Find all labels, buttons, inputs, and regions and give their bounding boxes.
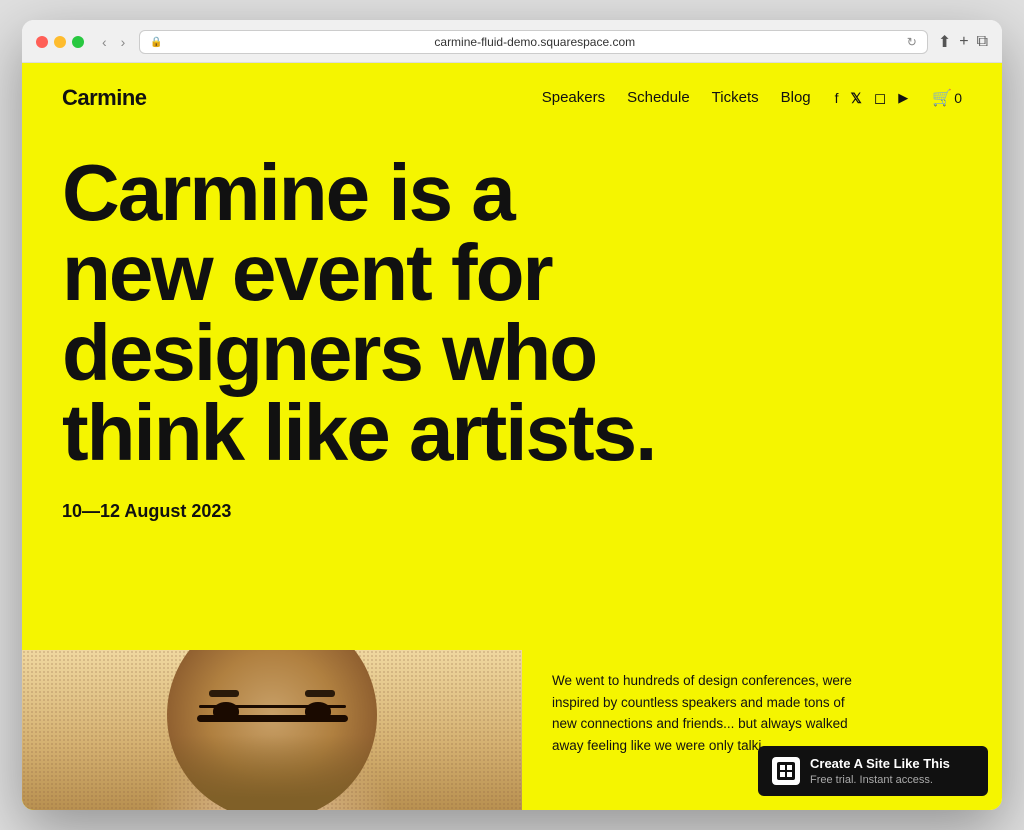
- nav-item-speakers[interactable]: Speakers: [542, 89, 605, 107]
- browser-window: ‹ › 🔒 carmine-fluid-demo.squarespace.com…: [22, 20, 1002, 810]
- minimize-button[interactable]: [54, 36, 66, 48]
- hero-section: Carmine is a new event for designers who…: [22, 133, 1002, 650]
- squarespace-logo: [772, 757, 800, 785]
- url-text: carmine-fluid-demo.squarespace.com: [169, 35, 901, 49]
- nav-item-blog[interactable]: Blog: [781, 89, 811, 107]
- back-button[interactable]: ‹: [98, 32, 111, 52]
- hero-image: [22, 650, 522, 810]
- maximize-button[interactable]: [72, 36, 84, 48]
- nav-item-schedule[interactable]: Schedule: [627, 89, 690, 107]
- squarespace-banner[interactable]: Create A Site Like This Free trial. Inst…: [758, 746, 988, 796]
- nav-link-tickets[interactable]: Tickets: [712, 89, 759, 106]
- reload-icon[interactable]: ↻: [907, 35, 917, 49]
- browser-controls: ‹ ›: [98, 32, 129, 52]
- squarespace-logo-svg: [779, 764, 793, 778]
- squarespace-title: Create A Site Like This: [810, 756, 974, 772]
- copy-button[interactable]: ⧉: [977, 33, 988, 51]
- nav-link-blog[interactable]: Blog: [781, 89, 811, 106]
- lock-icon: 🔒: [150, 37, 162, 48]
- cart-button[interactable]: 🛒 0: [932, 88, 962, 108]
- new-tab-button[interactable]: +: [959, 33, 968, 51]
- twitter-icon[interactable]: 𝕏: [851, 90, 862, 107]
- browser-actions: ⬆ + ⧉: [938, 32, 988, 52]
- traffic-lights: [36, 36, 84, 48]
- nav-link-speakers[interactable]: Speakers: [542, 89, 605, 106]
- address-bar[interactable]: 🔒 carmine-fluid-demo.squarespace.com ↻: [139, 30, 927, 54]
- hero-headline: Carmine is a new event for designers who…: [62, 153, 682, 473]
- nav-social: f 𝕏 ◻ ▶: [835, 89, 909, 107]
- share-button[interactable]: ⬆: [938, 32, 951, 52]
- nav-right: Speakers Schedule Tickets Blog f 𝕏 ◻: [542, 88, 962, 108]
- bottom-section: We went to hundreds of design conference…: [22, 650, 1002, 810]
- squarespace-text: Create A Site Like This Free trial. Inst…: [810, 756, 974, 786]
- nav-links: Speakers Schedule Tickets Blog: [542, 89, 811, 107]
- youtube-icon[interactable]: ▶: [898, 90, 908, 106]
- facebook-icon[interactable]: f: [835, 90, 839, 106]
- forward-button[interactable]: ›: [117, 32, 130, 52]
- cart-icon-symbol: 🛒: [932, 88, 952, 108]
- hero-image-inner: [22, 650, 522, 810]
- hero-date: 10—12 August 2023: [62, 501, 962, 522]
- website-content: Carmine Speakers Schedule Tickets Blog: [22, 63, 1002, 810]
- close-button[interactable]: [36, 36, 48, 48]
- cart-count: 0: [954, 90, 962, 106]
- nav-link-schedule[interactable]: Schedule: [627, 89, 690, 106]
- squarespace-logo-inner: [777, 762, 795, 780]
- nav-item-tickets[interactable]: Tickets: [712, 89, 759, 107]
- browser-chrome: ‹ › 🔒 carmine-fluid-demo.squarespace.com…: [22, 20, 1002, 63]
- hero-description: We went to hundreds of design conference…: [552, 670, 872, 756]
- site-navigation: Carmine Speakers Schedule Tickets Blog: [22, 63, 1002, 133]
- site-logo[interactable]: Carmine: [62, 85, 147, 111]
- instagram-icon[interactable]: ◻: [874, 89, 886, 107]
- squarespace-subtitle: Free trial. Instant access.: [810, 774, 974, 786]
